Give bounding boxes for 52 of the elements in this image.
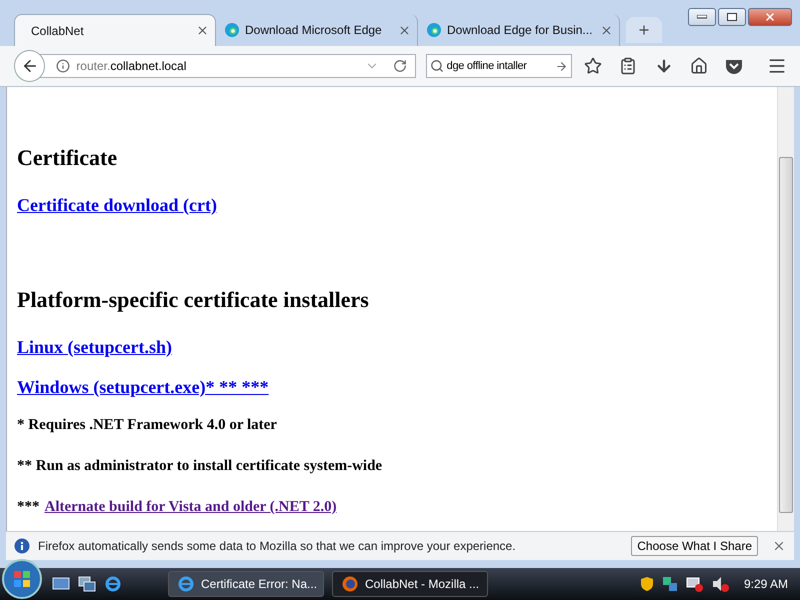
- info-icon: [14, 538, 30, 554]
- footnote-marker: ***: [17, 499, 40, 516]
- close-button[interactable]: [748, 8, 792, 26]
- search-field[interactable]: dge offline intaller: [426, 54, 572, 78]
- minimize-button[interactable]: [688, 8, 716, 26]
- go-icon[interactable]: [555, 60, 568, 72]
- show-desktop-icon[interactable]: [52, 576, 70, 592]
- notification-message: Firefox automatically sends some data to Mozilla so that we can improve your experience.: [38, 539, 517, 553]
- edge-icon: [426, 22, 442, 38]
- maximize-button[interactable]: [718, 8, 746, 26]
- browser-tab[interactable]: CollabNet: [14, 14, 216, 46]
- switch-windows-icon[interactable]: [78, 576, 96, 592]
- close-icon[interactable]: [772, 539, 786, 553]
- info-icon[interactable]: [56, 59, 70, 73]
- start-button[interactable]: [0, 557, 44, 600]
- monitor-error-icon[interactable]: [686, 576, 704, 592]
- close-icon[interactable]: [398, 24, 411, 36]
- shield-icon[interactable]: [640, 576, 654, 592]
- reload-icon[interactable]: [392, 59, 407, 73]
- close-icon: [764, 11, 776, 23]
- pocket-icon[interactable]: [725, 58, 744, 74]
- taskbar-button[interactable]: Certificate Error: Na...: [168, 571, 324, 597]
- footnote-text: ** Run as administrator to install certificate system-wide: [17, 458, 384, 475]
- muted-speaker-icon[interactable]: [712, 576, 730, 592]
- address-field[interactable]: router.collabnet.local: [39, 54, 416, 78]
- maximize-icon: [727, 13, 737, 21]
- taskbar-button[interactable]: CollabNet - Mozilla ...: [332, 571, 488, 597]
- minimize-icon: [697, 15, 707, 19]
- bookmark-star-icon[interactable]: [584, 57, 602, 75]
- download-link[interactable]: Linux (setupcert.sh): [17, 337, 172, 358]
- search-icon: [430, 59, 444, 73]
- download-icon[interactable]: [654, 57, 672, 75]
- home-icon[interactable]: [690, 57, 708, 75]
- clock: 9:29 AM: [744, 577, 788, 591]
- footnote-text: * Requires .NET Framework 4.0 or later: [17, 417, 278, 434]
- network-icon[interactable]: [662, 576, 678, 592]
- scrollbar[interactable]: [777, 87, 794, 531]
- ie-icon: [177, 575, 195, 593]
- download-link[interactable]: Windows (setupcert.exe)* ** ***: [17, 377, 269, 398]
- section-heading: Platform-specific certificate installers: [17, 287, 370, 313]
- alternate-build-link[interactable]: Alternate build for Vista and older (.NET 2.0): [44, 499, 337, 516]
- plus-icon: [637, 23, 651, 37]
- ie-icon: [104, 575, 122, 593]
- section-heading: Certificate: [17, 145, 118, 171]
- close-icon[interactable]: [600, 24, 613, 36]
- choose-share-button[interactable]: Choose What I Share: [631, 536, 758, 556]
- download-link[interactable]: Certificate download (crt): [17, 195, 217, 216]
- reading-list-icon[interactable]: [619, 57, 638, 75]
- edge-icon: [224, 22, 240, 38]
- close-icon[interactable]: [196, 24, 209, 37]
- back-button[interactable]: [14, 50, 46, 82]
- firefox-icon: [341, 575, 359, 593]
